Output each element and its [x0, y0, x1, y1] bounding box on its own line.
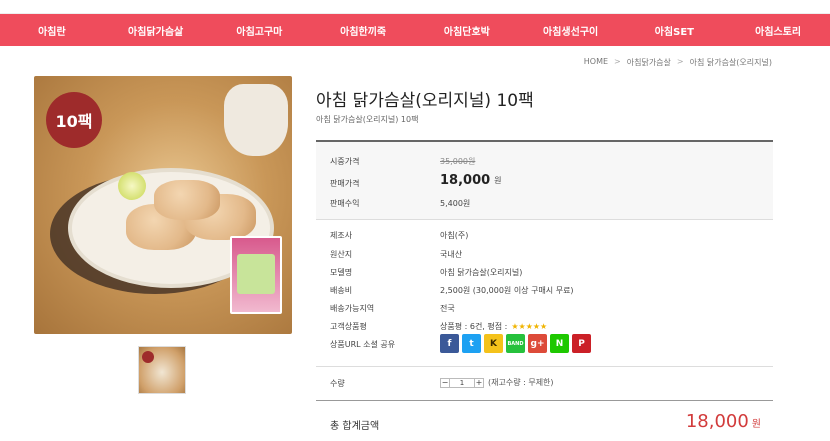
product-subtitle: 아침 닭가슴살(오리지널) 10팩: [316, 115, 419, 124]
review-summary: 상품평 : 6건, 평점 : ★★★★★: [440, 321, 547, 332]
nav-item-porridge[interactable]: 아침한끼죽: [311, 14, 415, 46]
origin-value: 국내산: [440, 250, 463, 259]
breadcrumb-home[interactable]: HOME: [584, 57, 608, 68]
quantity-increase-button[interactable]: +: [474, 377, 484, 388]
nav-item-grilled-fish[interactable]: 아침생선구이: [519, 14, 623, 46]
naver-share-icon[interactable]: N: [550, 334, 569, 353]
package-window: [237, 254, 275, 294]
star-rating-icon: ★★★★★: [511, 322, 548, 331]
lemon-decoration: [118, 172, 146, 200]
maker-value: 아침(주): [440, 231, 469, 240]
sale-price-label: 판매가격: [330, 179, 360, 188]
sale-price-value: 18,000: [440, 173, 491, 188]
profit-value: 5,400원: [440, 199, 471, 208]
quantity-control: − 1 +: [440, 377, 484, 388]
sale-price: 18,000 원: [440, 173, 502, 188]
product-package: [230, 236, 282, 314]
breadcrumb-separator: >: [676, 57, 684, 66]
product-info: 제조사 아침(주) 원산지 국내산 모델명 아침 닭가슴살(오리지널) 배송비 …: [316, 226, 773, 362]
facebook-share-icon[interactable]: f: [440, 334, 459, 353]
total-price-value: 18,000: [685, 411, 749, 432]
market-price-value: 35,000원: [440, 157, 476, 166]
nav-item-sweet-potato[interactable]: 아침고구마: [208, 14, 312, 46]
shipping-value: 2,500원 (30,000원 이상 구매시 무료): [440, 286, 574, 295]
product-title: 아침 닭가슴살(오리지널) 10팩: [316, 91, 534, 111]
total-price-label: 총 합계금액: [330, 421, 380, 432]
share-label: 상품URL 소셜 공유: [330, 340, 396, 349]
maker-label: 제조사: [330, 231, 353, 240]
origin-label: 원산지: [330, 250, 353, 259]
pack-count-badge: 10팩: [46, 92, 102, 148]
model-value: 아침 닭가슴살(오리지널): [440, 268, 523, 277]
sale-price-unit: 원: [494, 176, 502, 185]
review-value: 상품평 : 6건, 평점 :: [440, 322, 508, 331]
twitter-share-icon[interactable]: t: [462, 334, 481, 353]
top-bar: [0, 0, 830, 14]
model-label: 모델명: [330, 268, 353, 277]
pinterest-share-icon[interactable]: P: [572, 334, 591, 353]
product-thumbnail[interactable]: [138, 346, 186, 394]
nav-item-pumpkin[interactable]: 아침단호박: [415, 14, 519, 46]
pitcher-decoration: [224, 84, 288, 156]
product-main-image[interactable]: 10팩: [34, 76, 292, 334]
total-price-unit: 원: [751, 419, 761, 430]
breadcrumb: HOME > 아침닭가슴살 > 아침 닭가슴살(오리지널): [584, 57, 772, 68]
breadcrumb-separator: >: [614, 57, 621, 66]
total-price: 18,000 원: [686, 411, 761, 432]
breadcrumb-current: 아침 닭가슴살(오리지널): [689, 58, 772, 67]
social-share-buttons: f t K BAND g+ N P: [440, 334, 591, 353]
kakao-share-icon[interactable]: K: [484, 334, 503, 353]
chicken-breast-piece: [154, 180, 220, 220]
thumbnail-badge: [142, 351, 154, 363]
delivery-area-value: 전국: [440, 304, 455, 313]
google-plus-share-icon[interactable]: g+: [528, 334, 547, 353]
quantity-label: 수량: [330, 379, 345, 388]
total-price-row: 총 합계금액 18,000 원: [316, 400, 773, 441]
delivery-area-label: 배송가능지역: [330, 304, 375, 313]
stock-info: (재고수량 : 무제한): [488, 378, 554, 387]
nav-item-aichimran[interactable]: 아침란: [0, 14, 104, 46]
market-price-label: 시중가격: [330, 157, 360, 166]
quantity-input[interactable]: 1: [450, 377, 474, 388]
nav-item-set[interactable]: 아침SET: [623, 14, 727, 46]
breadcrumb-category[interactable]: 아침닭가슴살: [627, 57, 671, 68]
nav-item-chicken-breast[interactable]: 아침닭가슴살: [104, 14, 208, 46]
quantity-row: 수량 − 1 + (재고수량 : 무제한): [316, 366, 773, 398]
nav-item-story[interactable]: 아침스토리: [726, 14, 830, 46]
profit-label: 판매수익: [330, 199, 360, 208]
review-label: 고객상품평: [330, 322, 367, 331]
shipping-label: 배송비: [330, 286, 353, 295]
price-box: 시중가격 35,000원 판매가격 18,000 원 판매수익 5,400원: [316, 140, 773, 220]
band-share-icon[interactable]: BAND: [506, 334, 525, 353]
quantity-decrease-button[interactable]: −: [440, 377, 450, 388]
quantity-stepper: − 1 + (재고수량 : 무제한): [440, 377, 554, 388]
main-nav: 아침란 아침닭가슴살 아침고구마 아침한끼죽 아침단호박 아침생선구이 아침SE…: [0, 14, 830, 46]
